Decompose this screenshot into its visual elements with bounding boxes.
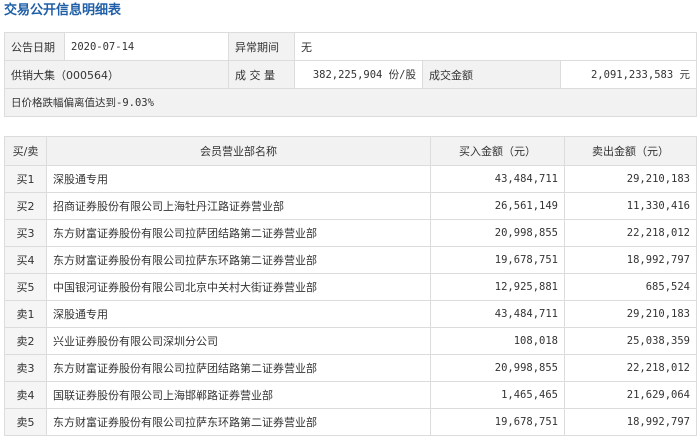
row-sell-amount: 18,992,797 (564, 408, 697, 436)
row-sell-amount: 685,524 (564, 273, 697, 301)
abnormal-value: 无 (294, 32, 697, 61)
header-buy-amount: 买入金额（元） (430, 136, 565, 166)
row-side: 卖2 (4, 327, 47, 355)
row-side: 卖5 (4, 408, 47, 436)
date-label: 公告日期 (4, 32, 65, 61)
row-buy-amount: 43,484,711 (430, 165, 565, 193)
row-buy-amount: 12,925,881 (430, 273, 565, 301)
row-sell-amount: 11,330,416 (564, 192, 697, 220)
info-row-reason: 日价格跌幅偏离值达到-9.03% (4, 88, 697, 117)
table-row: 买4 东方财富证券股份有限公司拉萨东环路第二证券营业部 19,678,751 18,9… (4, 246, 697, 274)
row-member-name: 招商证券股份有限公司上海牡丹江路证券营业部 (46, 192, 431, 220)
row-member-name: 国联证券股份有限公司上海邯郸路证券营业部 (46, 381, 431, 409)
row-member-name: 东方财富证券股份有限公司拉萨团结路第二证券营业部 (46, 354, 431, 382)
table-row: 买5 中国银河证券股份有限公司北京中关村大街证券营业部 12,925,881 685,… (4, 273, 697, 301)
row-member-name: 深股通专用 (46, 165, 431, 193)
row-side: 卖3 (4, 354, 47, 382)
volume-value: 382,225,904 份/股 (294, 60, 423, 89)
abnormal-label: 异常期间 (228, 32, 295, 61)
row-side: 买1 (4, 165, 47, 193)
table-row: 买1 深股通专用 43,484,711 29,210,183 (4, 165, 697, 193)
header-side: 买/卖 (4, 136, 47, 166)
row-member-name: 兴业证券股份有限公司深圳分公司 (46, 327, 431, 355)
info-row-date: 公告日期 2020-07-14 异常期间 无 (4, 32, 697, 61)
row-buy-amount: 108,018 (430, 327, 565, 355)
header-sell-amount: 卖出金额（元） (564, 136, 697, 166)
row-sell-amount: 29,210,183 (564, 300, 697, 328)
table-row: 卖1 深股通专用 43,484,711 29,210,183 (4, 300, 697, 328)
table-row: 卖3 东方财富证券股份有限公司拉萨团结路第二证券营业部 20,998,855 22,2… (4, 354, 697, 382)
row-buy-amount: 20,998,855 (430, 219, 565, 247)
row-buy-amount: 26,561,149 (430, 192, 565, 220)
amount-value: 2,091,233,583 元 (560, 60, 697, 89)
row-side: 买5 (4, 273, 47, 301)
info-table: 公告日期 2020-07-14 异常期间 无 供销大集（000564） 成 交 … (4, 32, 697, 117)
row-side: 卖1 (4, 300, 47, 328)
row-member-name: 中国银河证券股份有限公司北京中关村大街证券营业部 (46, 273, 431, 301)
page-title: 交易公开信息明细表 (4, 3, 122, 18)
table-row: 买2 招商证券股份有限公司上海牡丹江路证券营业部 26,561,149 11,330,… (4, 192, 697, 220)
date-value: 2020-07-14 (64, 32, 229, 61)
volume-label: 成 交 量 (228, 60, 295, 89)
row-sell-amount: 21,629,064 (564, 381, 697, 409)
row-side: 买4 (4, 246, 47, 274)
row-sell-amount: 29,210,183 (564, 165, 697, 193)
stock-name: 供销大集（000564） (4, 60, 229, 89)
row-buy-amount: 20,998,855 (430, 354, 565, 382)
row-member-name: 深股通专用 (46, 300, 431, 328)
row-sell-amount: 22,218,012 (564, 219, 697, 247)
row-sell-amount: 25,038,359 (564, 327, 697, 355)
row-side: 卖4 (4, 381, 47, 409)
table-row: 卖2 兴业证券股份有限公司深圳分公司 108,018 25,038,359 (4, 327, 697, 355)
row-member-name: 东方财富证券股份有限公司拉萨东环路第二证券营业部 (46, 408, 431, 436)
row-sell-amount: 18,992,797 (564, 246, 697, 274)
reason-text: 日价格跌幅偏离值达到-9.03% (4, 88, 697, 117)
row-member-name: 东方财富证券股份有限公司拉萨团结路第二证券营业部 (46, 219, 431, 247)
row-member-name: 东方财富证券股份有限公司拉萨东环路第二证券营业部 (46, 246, 431, 274)
row-buy-amount: 1,465,465 (430, 381, 565, 409)
amount-label: 成交金额 (422, 60, 561, 89)
table-row: 卖4 国联证券股份有限公司上海邯郸路证券营业部 1,465,465 21,629,06… (4, 381, 697, 409)
info-row-stock: 供销大集（000564） 成 交 量 382,225,904 份/股 成交金额 … (4, 60, 697, 89)
row-side: 买2 (4, 192, 47, 220)
row-buy-amount: 43,484,711 (430, 300, 565, 328)
row-side: 买3 (4, 219, 47, 247)
row-sell-amount: 22,218,012 (564, 354, 697, 382)
table-header-row: 买/卖 会员营业部名称 买入金额（元） 卖出金额（元） (4, 136, 697, 166)
table-row: 买3 东方财富证券股份有限公司拉萨团结路第二证券营业部 20,998,855 22,2… (4, 219, 697, 247)
row-buy-amount: 19,678,751 (430, 246, 565, 274)
row-buy-amount: 19,678,751 (430, 408, 565, 436)
trade-table: 买/卖 会员营业部名称 买入金额（元） 卖出金额（元） 买1 深股通专用 43,48… (4, 136, 697, 436)
header-member-name: 会员营业部名称 (46, 136, 431, 166)
table-row: 卖5 东方财富证券股份有限公司拉萨东环路第二证券营业部 19,678,751 18,9… (4, 408, 697, 436)
